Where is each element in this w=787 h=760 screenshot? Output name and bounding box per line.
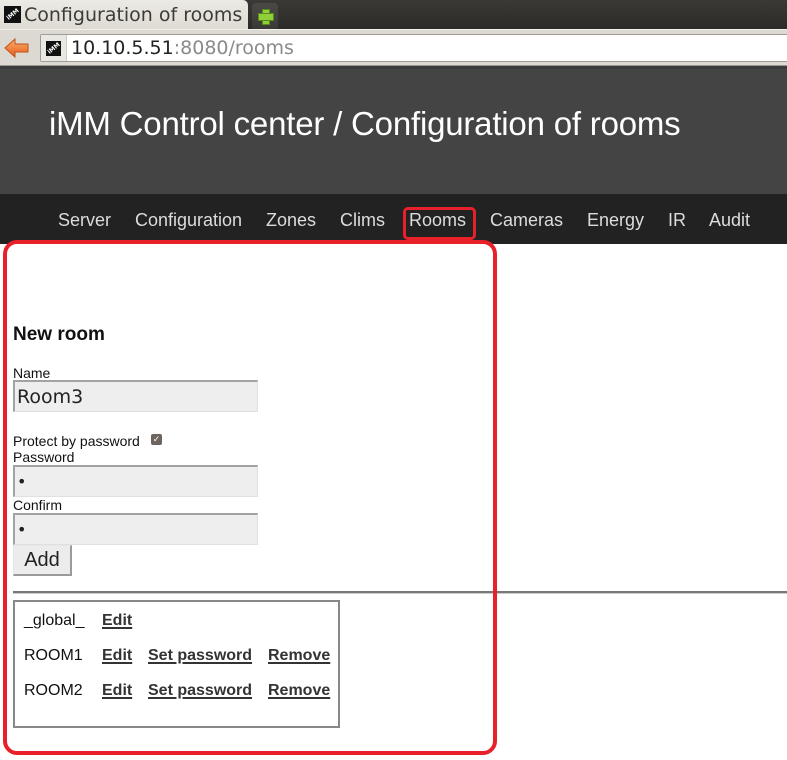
edit-room-link[interactable]: Edit bbox=[102, 682, 132, 700]
edit-room-link[interactable]: Edit bbox=[102, 612, 132, 630]
new-room-heading: New room bbox=[13, 324, 105, 345]
confirm-password-input[interactable] bbox=[13, 513, 258, 545]
back-arrow-icon[interactable] bbox=[4, 37, 30, 59]
confirm-label: Confirm bbox=[13, 497, 63, 513]
room-name: _global_ bbox=[24, 612, 85, 629]
room-name: ROOM1 bbox=[24, 647, 83, 664]
menu-item-audit[interactable]: Audit bbox=[709, 210, 750, 231]
address-bar[interactable]: iMM 10.10.5.51:8080/rooms bbox=[40, 34, 787, 62]
browser-tab[interactable]: iMM Configuration of rooms bbox=[0, 0, 248, 29]
remove-room-link[interactable]: Remove bbox=[268, 647, 330, 665]
plus-icon bbox=[258, 9, 274, 25]
main-menu: Server Configuration Zones Clims Rooms C… bbox=[0, 194, 787, 244]
name-label: Name bbox=[13, 365, 51, 381]
remove-room-link[interactable]: Remove bbox=[268, 682, 330, 700]
menu-item-server[interactable]: Server bbox=[58, 210, 111, 231]
menu-item-clims[interactable]: Clims bbox=[340, 210, 385, 231]
divider bbox=[13, 591, 787, 594]
site-favicon-icon: iMM bbox=[46, 40, 61, 56]
password-label: Password bbox=[13, 449, 75, 465]
add-room-button[interactable]: Add bbox=[13, 545, 72, 576]
menu-item-configuration[interactable]: Configuration bbox=[135, 210, 242, 231]
url-text[interactable]: 10.10.5.51:8080/rooms bbox=[71, 37, 294, 59]
room-name-input[interactable] bbox=[13, 380, 258, 412]
browser-toolbar: iMM 10.10.5.51:8080/rooms bbox=[0, 29, 787, 66]
url-host: 10.10.5.51 bbox=[71, 37, 174, 59]
page-header: iMM Control center / Configuration of ro… bbox=[0, 69, 787, 194]
set-password-link[interactable]: Set password bbox=[148, 647, 252, 665]
url-favicon: iMM bbox=[41, 35, 67, 61]
site-favicon-icon: iMM bbox=[4, 6, 21, 23]
menu-item-energy[interactable]: Energy bbox=[587, 210, 644, 231]
room-name: ROOM2 bbox=[24, 682, 83, 699]
menu-item-zones[interactable]: Zones bbox=[266, 210, 316, 231]
menu-item-rooms[interactable]: Rooms bbox=[409, 210, 466, 231]
edit-room-link[interactable]: Edit bbox=[102, 647, 132, 665]
url-path: :8080/rooms bbox=[173, 37, 294, 59]
new-tab-button[interactable] bbox=[252, 3, 278, 29]
password-input[interactable] bbox=[13, 465, 258, 497]
browser-tab-bar: iMM Configuration of rooms bbox=[0, 0, 787, 29]
rooms-list: _global_ Edit ROOM1 Edit Set password Re… bbox=[13, 600, 340, 728]
page-title: iMM Control center / Configuration of ro… bbox=[49, 105, 681, 142]
menu-item-ir[interactable]: IR bbox=[668, 210, 686, 231]
protect-by-password-label: Protect by password bbox=[13, 433, 140, 449]
set-password-link[interactable]: Set password bbox=[148, 682, 252, 700]
menu-item-cameras[interactable]: Cameras bbox=[490, 210, 563, 231]
tab-title: Configuration of rooms bbox=[24, 3, 243, 26]
protect-by-password-checkbox[interactable]: ✓ bbox=[151, 434, 162, 445]
